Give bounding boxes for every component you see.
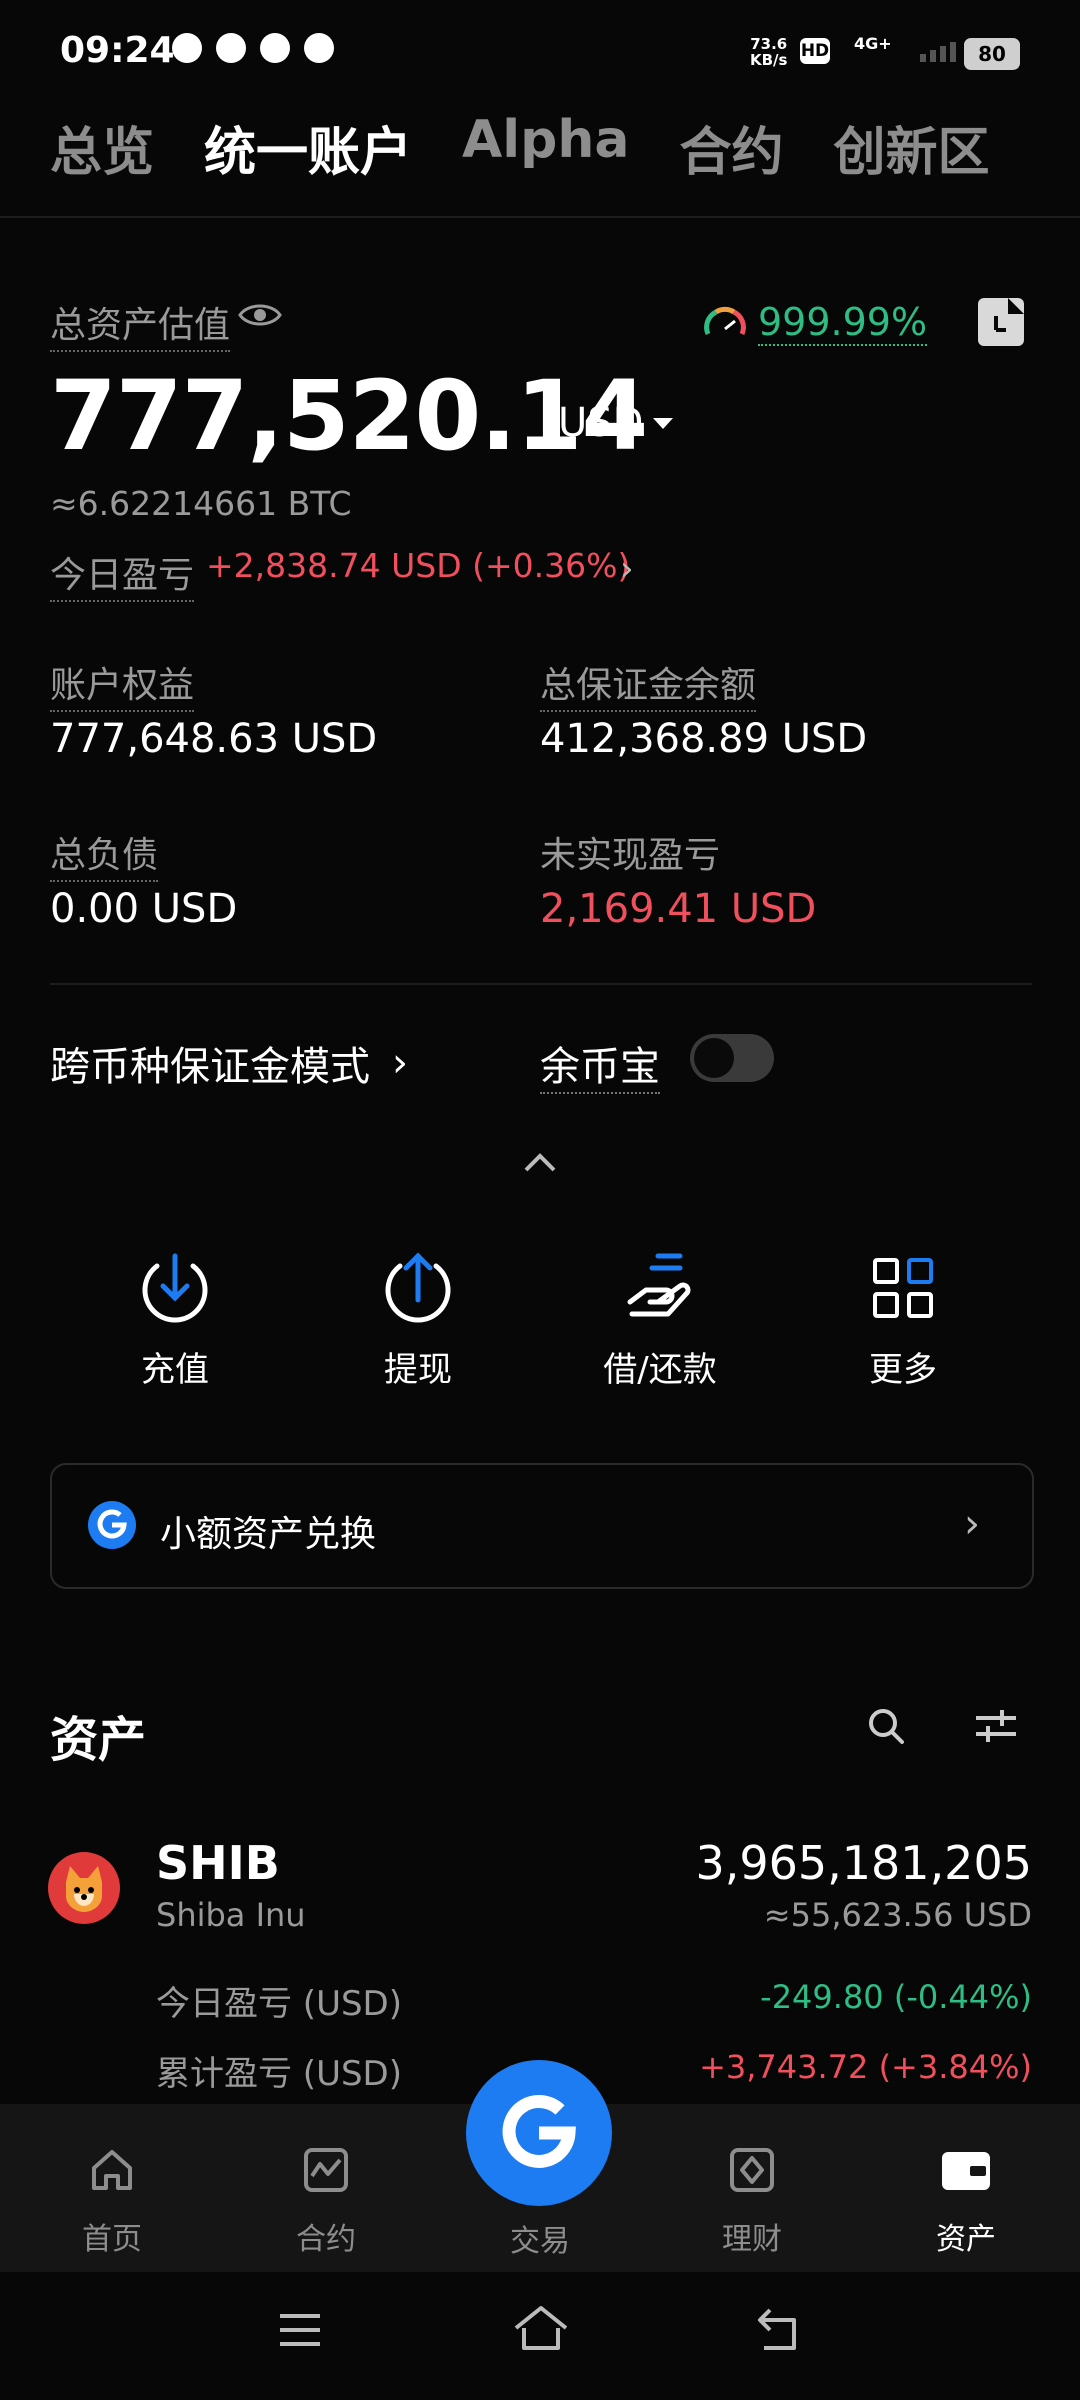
yubibao-toggle[interactable] [690, 1034, 774, 1082]
app-root: 09:24 73.6 KB/s HD 4G+ 80 总览 统一账户 Alpha … [0, 0, 1080, 2400]
borrow-repay-button[interactable]: 借/还款 [560, 1250, 760, 1391]
shib-coin-logo[interactable] [48, 1852, 120, 1924]
total-liability-value: 0.00 USD [50, 886, 238, 932]
margin-ratio[interactable]: 999.99% [758, 300, 928, 346]
asset-today-pnl-value: -249.80 (-0.44%) [760, 1978, 1032, 2016]
total-assets-label[interactable]: 总资产估值 [50, 296, 231, 352]
search-icon[interactable] [866, 1706, 906, 1746]
battery-icon: 80 [964, 38, 1020, 70]
toggle-knob [694, 1038, 734, 1078]
menu-icon[interactable] [276, 2308, 324, 2352]
network-speed-unit: KB/s [750, 51, 788, 69]
top-tabs: 总览 统一账户 Alpha 合约 创新区 [50, 110, 989, 185]
more-label: 更多 [869, 1350, 937, 1390]
more-button[interactable]: 更多 [803, 1250, 1003, 1391]
withdraw-button[interactable]: 提现 [318, 1250, 518, 1391]
app-notification-icon [216, 33, 246, 63]
network-speed-value: 73.6 [750, 35, 788, 53]
asset-amount: 3,965,181,205 [695, 1836, 1032, 1890]
account-equity-value: 777,648.63 USD [50, 716, 378, 762]
tab-alpha[interactable]: Alpha [462, 110, 629, 185]
today-pnl-value[interactable]: +2,838.74 USD (+0.36%) [206, 546, 630, 585]
deposit-label: 充值 [141, 1350, 209, 1390]
deposit-button[interactable]: 充值 [75, 1250, 275, 1391]
nav-futures[interactable]: 合约 [246, 2144, 406, 2258]
account-equity-label[interactable]: 账户权益 [50, 656, 195, 712]
currency-selector[interactable]: USD [558, 400, 674, 446]
asset-today-pnl-label: 今日盈亏 (USD) [156, 1984, 402, 2024]
filter-settings-icon[interactable] [972, 1706, 1020, 1746]
notification-icons [172, 33, 334, 63]
unrealized-pnl-value: 2,169.41 USD [540, 886, 817, 932]
convert-logo-icon [88, 1501, 136, 1549]
asset-symbol[interactable]: SHIB [156, 1836, 280, 1890]
whatsapp-icon [304, 33, 334, 63]
network-type: 4G+ [854, 34, 892, 53]
asset-total-pnl-value: +3,743.72 (+3.84%) [699, 2048, 1032, 2086]
nav-assets-label: 资产 [936, 2222, 996, 2257]
withdraw-icon [385, 1252, 451, 1323]
caret-down-icon [653, 417, 674, 429]
hd-badge: HD [800, 38, 830, 64]
borrow-repay-icon [627, 1253, 691, 1317]
more-grid-icon [873, 1258, 933, 1318]
wallet-icon [942, 2152, 990, 2190]
nav-trade-label[interactable]: 交易 [460, 2216, 620, 2260]
chart-icon [304, 2148, 348, 2192]
earn-diamond-icon [730, 2148, 774, 2192]
home-button-icon[interactable] [512, 2304, 570, 2354]
asset-name: Shiba Inu [156, 1896, 306, 1934]
yubibao-label[interactable]: 余币宝 [540, 1034, 660, 1094]
system-nav-bar [0, 2272, 1080, 2400]
nav-earn-label: 理财 [722, 2222, 782, 2257]
network-speed: 73.6 KB/s [750, 36, 787, 68]
small-asset-convert-card[interactable]: 小额资产兑换 › [50, 1463, 1034, 1589]
nav-assets[interactable]: 资产 [886, 2144, 1046, 2258]
back-icon[interactable] [754, 2304, 806, 2354]
total-margin-value: 412,368.89 USD [540, 716, 868, 762]
btc-equivalent: ≈6.62214661 BTC [50, 484, 352, 523]
nav-earn[interactable]: 理财 [672, 2144, 832, 2258]
nav-home-label: 首页 [82, 2222, 142, 2257]
total-liability-label[interactable]: 总负债 [50, 826, 159, 882]
deposit-icon [142, 1253, 208, 1323]
statement-button[interactable] [978, 298, 1024, 346]
total-margin-label[interactable]: 总保证金余额 [540, 656, 757, 712]
signal-icon [920, 42, 956, 62]
margin-mode-link[interactable]: 跨币种保证金模式 › [50, 1034, 408, 1092]
tab-innovation-zone[interactable]: 创新区 [833, 110, 989, 185]
status-time: 09:24 [60, 30, 175, 71]
shiba-dog-icon [66, 1866, 102, 1912]
trade-logo-icon [502, 2094, 576, 2168]
tab-futures[interactable]: 合约 [679, 110, 783, 185]
eye-icon[interactable] [238, 300, 282, 330]
asset-total-pnl-label: 累计盈亏 (USD) [156, 2054, 402, 2094]
assets-section-title: 资产 [50, 1712, 147, 1768]
today-pnl-label[interactable]: 今日盈亏 [50, 546, 195, 602]
chevron-right-icon: › [392, 1040, 408, 1086]
unrealized-pnl-label: 未实现盈亏 [540, 835, 721, 876]
wechat-icon [172, 33, 202, 63]
small-asset-convert-label: 小额资产兑换 [160, 1514, 377, 1555]
message-icon [260, 33, 290, 63]
trade-fab-button[interactable] [466, 2060, 612, 2206]
home-icon [92, 2150, 132, 2190]
tab-unified-account[interactable]: 统一账户 [204, 110, 412, 185]
borrow-repay-label: 借/还款 [603, 1350, 717, 1390]
nav-home[interactable]: 首页 [32, 2144, 192, 2258]
section-divider [50, 983, 1032, 985]
currency-label: USD [558, 400, 644, 446]
clock-document-icon [994, 298, 1024, 332]
chevron-right-icon: › [964, 1501, 980, 1547]
asset-usd-value: ≈55,623.56 USD [763, 1896, 1032, 1934]
margin-mode-label: 跨币种保证金模式 [50, 1044, 370, 1090]
chevron-right-icon[interactable]: › [620, 549, 634, 589]
tab-overview[interactable]: 总览 [50, 110, 154, 185]
tabs-divider [0, 216, 1080, 218]
chevron-up-icon[interactable] [522, 1150, 558, 1174]
gauge-icon [704, 306, 746, 335]
withdraw-label: 提现 [384, 1350, 452, 1390]
nav-futures-label: 合约 [296, 2222, 356, 2257]
